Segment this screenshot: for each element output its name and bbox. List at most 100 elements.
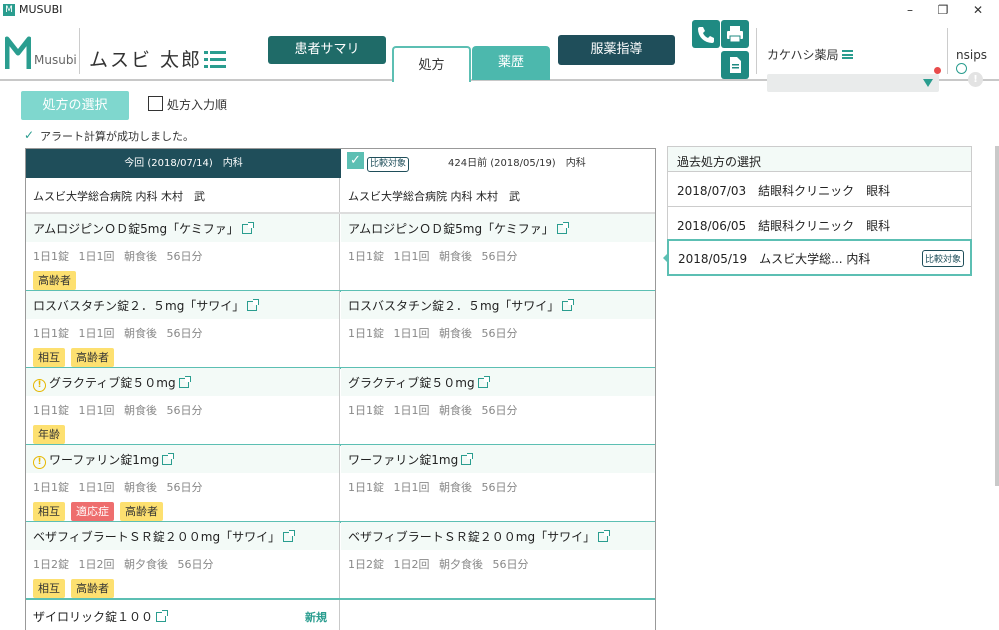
divider	[947, 28, 948, 74]
drug-cell-left: ベザフィブラートＳＲ錠２００mg「サワイ」 1日2錠 1日2回 朝夕食後 56日分…	[26, 522, 340, 599]
history-item-label: 2018/05/19 ムスビ大学総... 内科	[678, 252, 871, 266]
document-button[interactable]	[721, 51, 749, 79]
drug-name[interactable]: グラクティブ錠５０mg	[348, 374, 490, 391]
history-item[interactable]: 2018/06/05 結眼科クリニック 眼科	[667, 207, 972, 242]
medication-guidance-button[interactable]: 服薬指導	[558, 35, 675, 65]
pointer-icon	[663, 254, 667, 262]
drug-name-text: ワーファリン錠1mg	[49, 453, 160, 467]
divider	[756, 28, 757, 74]
drug-name-text: ベザフィブラートＳＲ錠２００mg「サワイ」	[348, 530, 596, 544]
input-order-checkbox[interactable]	[148, 96, 163, 111]
drug-cell-right: ロスバスタチン錠２．５mg「サワイ」 1日1錠 1日1回 朝食後 56日分	[341, 291, 655, 368]
new-label: 新規	[305, 611, 327, 624]
drug-name[interactable]: ロスバスタチン錠２．５mg「サワイ」	[33, 297, 260, 314]
title-bar: M MUSUBI – ❐ ✕	[0, 0, 999, 20]
alert-tag[interactable]: 相互	[33, 348, 65, 367]
hospital-right: ムスビ大学総合病院 内科 木村 武	[348, 190, 520, 203]
print-button[interactable]	[721, 20, 749, 48]
pharmacy-name[interactable]: カケハシ薬局	[767, 46, 854, 63]
alert-tag[interactable]: 高齢者	[71, 348, 114, 367]
alert-tag[interactable]: 高齢者	[33, 271, 76, 290]
external-link-icon[interactable]	[562, 299, 575, 311]
input-order-label: 処方入力順	[167, 98, 228, 112]
compare-checkbox[interactable]: ✓	[347, 152, 364, 169]
divider	[79, 28, 80, 74]
dosage-text: 1日1錠 1日1回 朝食後 56日分	[348, 327, 518, 340]
drug-name[interactable]: ベザフィブラートＳＲ錠２００mg「サワイ」	[33, 528, 296, 545]
alert-tags: 高齢者	[33, 269, 82, 290]
external-link-icon[interactable]	[598, 530, 611, 542]
dosage-text: 1日2錠 1日2回 朝夕食後 56日分	[33, 558, 214, 571]
drug-name-text: アムロジピンＯＤ錠5mg「ケミファ」	[348, 222, 554, 236]
drug-name[interactable]: ! グラクティブ錠５０mg	[33, 374, 191, 392]
notification-dot	[934, 67, 941, 74]
scrollbar[interactable]	[995, 146, 999, 486]
hospital-row: ムスビ大学総合病院 内科 木村 武 ムスビ大学総合病院 内科 木村 武	[26, 178, 655, 214]
drug-name[interactable]: ワーファリン錠1mg	[348, 451, 474, 468]
phone-icon	[698, 27, 714, 43]
phone-button[interactable]	[692, 20, 720, 48]
external-link-icon[interactable]	[556, 222, 569, 234]
alert-tags: 相互 高齢者	[33, 577, 120, 598]
pharmacy-select[interactable]	[767, 74, 939, 92]
tab-prescription[interactable]: 処方	[392, 46, 471, 82]
drug-name[interactable]: ベザフィブラートＳＲ錠２００mg「サワイ」	[348, 528, 611, 545]
musubi-logo-icon	[5, 36, 31, 69]
prescription-comparison-grid: 今回 (2018/07/14) 内科 ✓ 比較対象 424日前 (2018/05…	[25, 148, 656, 630]
alert-message: アラート計算が成功しました。	[40, 130, 194, 143]
dosage-text: 1日1錠 1日1回 朝食後 56日分	[348, 404, 518, 417]
drug-name-text: アムロジピンＯＤ錠5mg「ケミファ」	[33, 222, 239, 236]
drug-name[interactable]: ! ワーファリン錠1mg	[33, 451, 175, 469]
external-link-icon[interactable]	[162, 453, 175, 465]
info-icon[interactable]: !	[968, 72, 983, 87]
restore-icon[interactable]: ❐	[933, 2, 953, 18]
patient-list-icon[interactable]	[204, 51, 226, 69]
drug-name[interactable]: アムロジピンＯＤ錠5mg「ケミファ」	[348, 220, 569, 237]
nsips-label: nsips	[956, 48, 988, 62]
minimize-icon[interactable]: –	[900, 2, 920, 18]
table-row: ロスバスタチン錠２．５mg「サワイ」 1日1錠 1日1回 朝食後 56日分相互 高齢…	[26, 291, 655, 368]
alert-tags: 年齢	[33, 423, 71, 444]
alert-tags: 相互 高齢者	[33, 346, 120, 367]
external-link-icon[interactable]	[477, 376, 490, 388]
alert-tag[interactable]: 相互	[33, 502, 65, 521]
select-prescription-button[interactable]: 処方の選択	[21, 91, 129, 120]
brand-name: Musubi	[34, 53, 77, 67]
drug-cell-left: ロスバスタチン錠２．５mg「サワイ」 1日1錠 1日1回 朝食後 56日分 相互 高齢…	[26, 291, 340, 368]
alert-tags: 相互 適応症 高齢者	[33, 500, 169, 521]
history-item[interactable]: 2018/07/03 結眼科クリニック 眼科	[667, 172, 972, 207]
alert-tag[interactable]: 高齢者	[120, 502, 163, 521]
print-icon	[727, 26, 743, 43]
document-icon	[730, 57, 741, 73]
close-icon[interactable]: ✕	[968, 2, 988, 18]
drug-name[interactable]: ザイロリック錠１００	[33, 608, 169, 625]
drug-cell-right: アムロジピンＯＤ錠5mg「ケミファ」 1日1錠 1日1回 朝食後 56日分	[341, 214, 655, 291]
warning-icon: !	[33, 379, 46, 392]
tab-medication-history[interactable]: 薬歴	[472, 46, 550, 80]
external-link-icon[interactable]	[247, 299, 260, 311]
alert-tag[interactable]: 適応症	[71, 502, 114, 521]
patient-summary-button[interactable]: 患者サマリ	[268, 36, 386, 64]
drug-name[interactable]: ロスバスタチン錠２．５mg「サワイ」	[348, 297, 575, 314]
drug-name[interactable]: アムロジピンＯＤ錠5mg「ケミファ」	[33, 220, 254, 237]
drug-name-text: グラクティブ錠５０mg	[49, 376, 176, 390]
patient-name: ムスビ 太郎	[89, 49, 203, 71]
table-row: ! ワーファリン錠1mg 1日1錠 1日1回 朝食後 56日分相互 適応症 高齢者 ワーフ…	[26, 445, 655, 522]
history-item-selected[interactable]: 2018/05/19 ムスビ大学総... 内科 比較対象	[663, 239, 972, 276]
external-link-icon[interactable]	[156, 610, 169, 622]
external-link-icon[interactable]	[283, 530, 296, 542]
alert-tag[interactable]: 高齢者	[71, 579, 114, 598]
alert-tag[interactable]: 相互	[33, 579, 65, 598]
dosage-text: 1日1錠 1日1回 朝食後 56日分	[33, 404, 203, 417]
compare-header-label: 424日前 (2018/05/19) 内科	[448, 158, 586, 169]
dosage-text: 1日1錠 1日1回 朝食後 56日分	[348, 481, 518, 494]
drug-cell-left: ! グラクティブ錠５０mg 1日1錠 1日1回 朝食後 56日分年齢	[26, 368, 340, 445]
external-link-icon[interactable]	[461, 453, 474, 465]
external-link-icon[interactable]	[241, 222, 254, 234]
compare-badge: 比較対象	[367, 157, 410, 172]
external-link-icon[interactable]	[178, 376, 191, 388]
window-title: MUSUBI	[19, 3, 63, 16]
drug-name-text: ロスバスタチン錠２．５mg「サワイ」	[33, 299, 245, 313]
alert-tag[interactable]: 年齢	[33, 425, 65, 444]
compare-badge: 比較対象	[921, 250, 964, 267]
